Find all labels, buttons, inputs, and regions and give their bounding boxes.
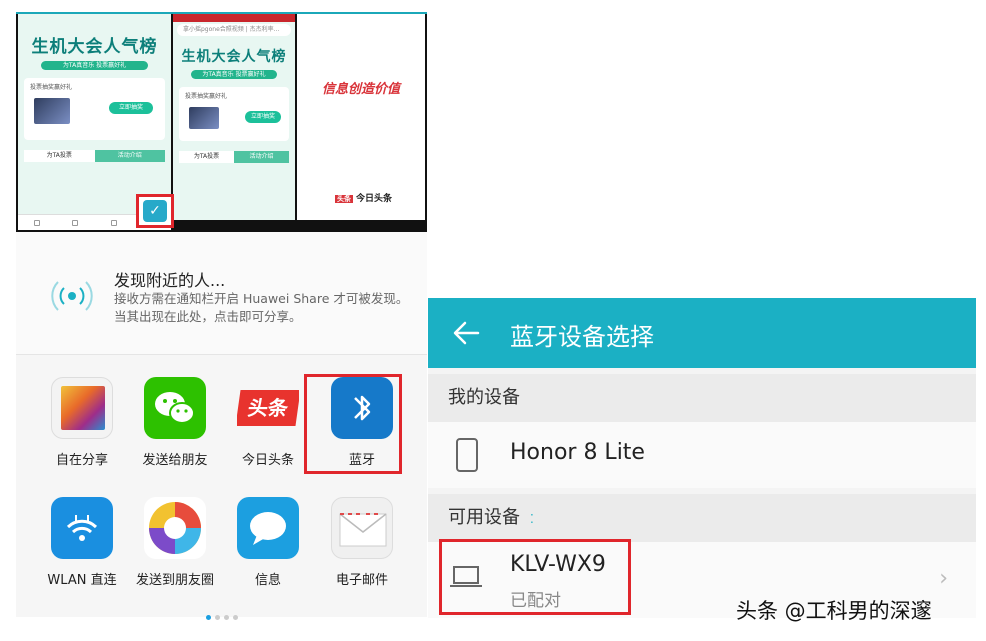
android-nav-bar	[173, 220, 295, 230]
toutiao-tag: 头条	[335, 195, 353, 203]
page-dot[interactable]	[214, 615, 220, 620]
watermark: 头条 @工科男的深邃	[736, 599, 932, 623]
mini-search[interactable]: 拿小摇pgone合照视频 | 杰杰利率...	[177, 24, 291, 36]
app-label: WLAN 直连	[47, 573, 117, 588]
toutiao-brand-name: 今日头条	[356, 194, 393, 204]
mini-tab-a[interactable]: 为TA投票	[24, 150, 95, 162]
app-zizai-share[interactable]: 自在分享	[36, 377, 128, 468]
gallery-icon	[51, 377, 113, 439]
back-arrow-icon[interactable]	[452, 318, 482, 348]
message-icon	[237, 497, 299, 559]
mini-subtitle: 为TA真音乐 投票赢好礼	[40, 61, 149, 70]
app-label: 发送到朋友圈	[135, 573, 214, 588]
mini-card-label: 投票抽奖赢好礼	[185, 93, 228, 100]
strip-accent-line	[16, 12, 427, 14]
app-label: 电子邮件	[335, 573, 388, 588]
wlan-direct-icon	[51, 497, 113, 559]
app-wlan-direct[interactable]: WLAN 直连	[36, 497, 128, 588]
bluetooth-header: 蓝牙设备选择	[428, 298, 976, 368]
slogan-text: 信息创造价值	[321, 82, 400, 97]
mini-card-label: 投票抽奖赢好礼	[30, 84, 73, 91]
share-title: 发现附近的人...	[114, 271, 226, 290]
chevron-right-icon: ›	[939, 566, 948, 591]
huawei-share-panel: 发现附近的人... 接收方需在通知栏开启 Huawei Share 才可被发现。…	[16, 232, 427, 354]
phone-icon	[456, 438, 478, 472]
home-icon[interactable]	[34, 219, 41, 226]
app-label: 今日头条	[241, 453, 294, 468]
product-image	[34, 98, 70, 124]
mini-tab-a[interactable]: 为TA投票	[179, 151, 234, 163]
check-icon[interactable]: ✓	[143, 200, 167, 222]
android-nav-bar	[297, 220, 425, 230]
toutiao-brand: 头条 今日头条	[335, 191, 392, 204]
moments-icon	[144, 497, 206, 559]
mini-tabs: 为TA投票 活动介绍	[24, 150, 165, 162]
status-bar	[173, 14, 295, 22]
mini-title: 生机大会人气榜	[31, 37, 158, 57]
app-label: 发送给朋友	[142, 453, 208, 468]
mini-tab-b[interactable]: 活动介绍	[94, 150, 165, 162]
mini-card: 投票抽奖赢好礼 立即抽奖	[179, 87, 289, 141]
mini-subtitle: 为TA真音乐 投票赢好礼	[191, 70, 277, 79]
mini-card-button[interactable]: 立即抽奖	[109, 102, 153, 114]
wireless-share-icon	[51, 281, 93, 311]
phone-screenshot-2[interactable]: 拿小摇pgone合照视频 | 杰杰利率... 生机大会人气榜 为TA真音乐 投票…	[173, 14, 295, 230]
composite-screenshot: 生机大会人气榜 为TA真音乐 投票赢好礼 投票抽奖赢好礼 立即抽奖 为TA投票 …	[0, 0, 986, 641]
event-icon[interactable]	[110, 219, 117, 226]
mini-card-button[interactable]: 立即抽奖	[245, 111, 281, 123]
scanning-spinner-icon: ⁚	[530, 512, 534, 526]
available-devices-label: 可用设备	[448, 507, 520, 528]
bluetooth-title: 蓝牙设备选择	[510, 323, 654, 351]
wechat-icon	[144, 377, 206, 439]
mini-title: 生机大会人气榜	[181, 49, 287, 65]
device-row-honor[interactable]: Honor 8 Lite	[428, 422, 976, 488]
app-toutiao[interactable]: 头条 今日头条	[222, 377, 314, 468]
selected-highlight[interactable]: ✓	[136, 194, 174, 228]
my-devices-header: 我的设备	[428, 374, 976, 422]
app-email[interactable]: 电子邮件	[316, 497, 408, 588]
page-dot[interactable]	[223, 615, 229, 620]
app-messages[interactable]: 信息	[222, 497, 314, 588]
app-label: 信息	[254, 573, 281, 588]
mini-tabs: 为TA投票 活动介绍	[179, 151, 289, 163]
share-description: 接收方需在通知栏开启 Huawei Share 才可被发现。当其出现在此处，点击…	[114, 291, 409, 324]
klv-highlight-frame	[439, 539, 631, 615]
page-indicator	[16, 605, 427, 624]
toutiao-icon: 头条	[237, 377, 299, 439]
app-moments[interactable]: 发送到朋友圈	[129, 497, 221, 588]
app-label: 自在分享	[55, 453, 108, 468]
mail-icon	[331, 497, 393, 559]
app-send-to-friend[interactable]: 发送给朋友	[129, 377, 221, 468]
screenshot-strip: 生机大会人气榜 为TA真音乐 投票赢好礼 投票抽奖赢好礼 立即抽奖 为TA投票 …	[16, 12, 427, 232]
play-icon[interactable]	[72, 219, 79, 226]
phone-screenshot-3[interactable]: 信息创造价值 头条 今日头条	[297, 14, 425, 230]
toutiao-logo: 头条	[237, 390, 299, 426]
page-dot[interactable]	[232, 615, 238, 620]
available-devices-header: 可用设备 ⁚	[428, 494, 976, 542]
mini-tab-b[interactable]: 活动介绍	[234, 151, 289, 163]
product-image	[189, 107, 219, 129]
bluetooth-highlight-frame	[304, 374, 402, 474]
device-name: Honor 8 Lite	[510, 440, 645, 465]
mini-card: 投票抽奖赢好礼 立即抽奖	[24, 78, 165, 140]
page-dot[interactable]	[205, 615, 211, 620]
